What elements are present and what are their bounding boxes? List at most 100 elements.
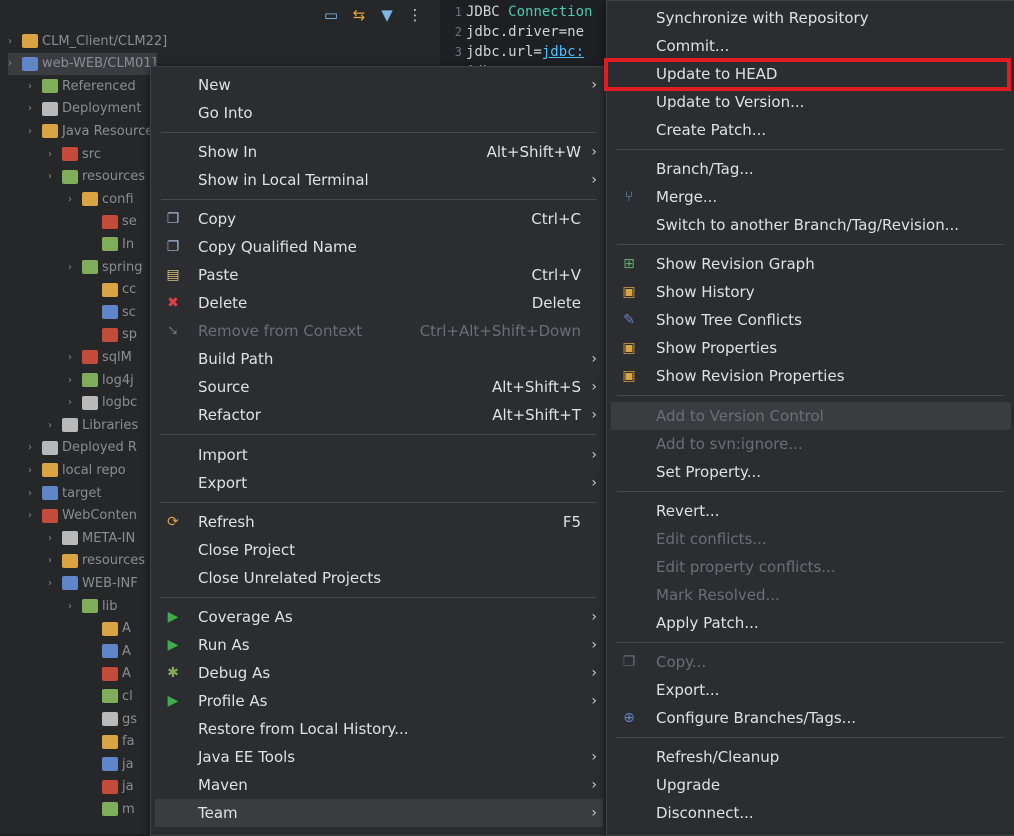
menu-item-refresh[interactable]: ⟳ Refresh F5 — [155, 508, 603, 536]
collapse-all-icon[interactable]: ▭ — [320, 4, 342, 26]
tree-item[interactable]: › confi — [68, 188, 134, 210]
expand-arrow-icon[interactable]: › — [68, 375, 80, 386]
menu-item-team[interactable]: Team › — [155, 799, 603, 827]
menu-item-export[interactable]: Export › — [155, 469, 603, 497]
menu-item-update-to-version[interactable]: Update to Version... — [611, 88, 1011, 116]
menu-item-commit[interactable]: Commit... — [611, 32, 1011, 60]
expand-arrow-icon[interactable]: › — [68, 397, 80, 408]
tree-item[interactable]: sc — [88, 301, 136, 323]
tree-item[interactable]: › logbc — [68, 392, 137, 414]
menu-item-upgrade[interactable]: Upgrade — [611, 771, 1011, 799]
expand-arrow-icon[interactable]: › — [28, 81, 40, 92]
menu-item-close-project[interactable]: Close Project — [155, 536, 603, 564]
tree-item[interactable]: gs — [88, 708, 137, 730]
menu-item-delete[interactable]: ✖ Delete Delete — [155, 289, 603, 317]
menu-item-import[interactable]: Import › — [155, 441, 603, 469]
menu-item-show-in[interactable]: Show In Alt+Shift+W › — [155, 138, 603, 166]
tree-item[interactable]: sp — [88, 324, 137, 346]
tree-item[interactable]: fa — [88, 731, 135, 753]
expand-arrow-icon[interactable]: › — [28, 103, 40, 114]
tree-item[interactable]: › web-WEB/CLM01] — [8, 52, 157, 75]
tree-item[interactable]: › log4j — [68, 369, 134, 391]
link-with-editor-icon[interactable]: ⇆ — [348, 4, 370, 26]
tree-item[interactable]: › src — [48, 143, 101, 165]
tree-item[interactable]: ja — [88, 753, 134, 775]
code-line[interactable]: JDBC Connection — [466, 2, 592, 22]
code-line[interactable]: jdbc.url=jdbc: — [466, 42, 584, 62]
menu-item-close-unrelated-projects[interactable]: Close Unrelated Projects — [155, 564, 603, 592]
expand-arrow-icon[interactable]: › — [48, 420, 60, 431]
menu-item-copy-qualified-name[interactable]: ❐ Copy Qualified Name — [155, 233, 603, 261]
menu-item-source[interactable]: Source Alt+Shift+S › — [155, 373, 603, 401]
menu-item-copy[interactable]: ❐ Copy Ctrl+C — [155, 205, 603, 233]
menu-item-refresh-cleanup[interactable]: Refresh/Cleanup — [611, 743, 1011, 771]
expand-arrow-icon[interactable]: › — [68, 601, 80, 612]
expand-arrow-icon[interactable]: › — [68, 262, 80, 273]
tree-item[interactable]: › WebConten — [28, 505, 137, 527]
menu-item-restore-from-local-history[interactable]: Restore from Local History... — [155, 715, 603, 743]
tree-item[interactable]: ja — [88, 776, 134, 798]
tree-item[interactable]: In — [88, 233, 134, 255]
expand-arrow-icon[interactable]: › — [48, 555, 60, 566]
menu-item-java-ee-tools[interactable]: Java EE Tools › — [155, 743, 603, 771]
menu-item-apply-patch[interactable]: Apply Patch... — [611, 609, 1011, 637]
menu-item-paste[interactable]: ▤ Paste Ctrl+V — [155, 261, 603, 289]
menu-item-configure-branches-tags[interactable]: ⊕ Configure Branches/Tags... — [611, 704, 1011, 732]
tree-item[interactable]: A — [88, 618, 131, 640]
menu-item-maven[interactable]: Maven › — [155, 771, 603, 799]
menu-item-show-revision-graph[interactable]: ⊞ Show Revision Graph — [611, 250, 1011, 278]
menu-item-show-properties[interactable]: ▣ Show Properties — [611, 334, 1011, 362]
expand-arrow-icon[interactable]: › — [28, 510, 40, 521]
menu-item-go-into[interactable]: Go Into — [155, 99, 603, 127]
expand-arrow-icon[interactable]: › — [48, 149, 60, 160]
expand-arrow-icon[interactable]: › — [8, 36, 20, 47]
menu-item-new[interactable]: New › — [155, 71, 603, 99]
menu-item-debug-as[interactable]: ✱ Debug As › — [155, 659, 603, 687]
expand-arrow-icon[interactable]: › — [28, 126, 40, 137]
tree-item[interactable]: › WEB-INF — [48, 572, 138, 594]
menu-item-coverage-as[interactable]: ▶ Coverage As › — [155, 603, 603, 631]
expand-arrow-icon[interactable]: › — [8, 58, 20, 69]
menu-item-set-property[interactable]: Set Property... — [611, 458, 1011, 486]
menu-item-disconnect[interactable]: Disconnect... — [611, 799, 1011, 827]
menu-item-build-path[interactable]: Build Path › — [155, 345, 603, 373]
tree-item[interactable]: cl — [88, 685, 133, 707]
expand-arrow-icon[interactable]: › — [68, 352, 80, 363]
tree-item[interactable]: cc — [88, 279, 136, 301]
tree-item[interactable]: › META-IN — [48, 527, 135, 549]
expand-arrow-icon[interactable]: › — [48, 578, 60, 589]
menu-item-create-patch[interactable]: Create Patch... — [611, 116, 1011, 144]
tree-item[interactable]: A — [88, 663, 131, 685]
filter-icon[interactable]: ▼ — [376, 4, 398, 26]
menu-item-show-in-local-terminal[interactable]: Show in Local Terminal › — [155, 166, 603, 194]
expand-arrow-icon[interactable]: › — [48, 533, 60, 544]
expand-arrow-icon[interactable]: › — [28, 488, 40, 499]
tree-item[interactable]: › CLM_Client/CLM22] — [8, 30, 167, 52]
tree-item[interactable]: › resources — [48, 550, 145, 572]
tree-item[interactable]: › resources — [48, 166, 145, 188]
menu-item-switch-to-another-branch-tag-revision[interactable]: Switch to another Branch/Tag/Revision... — [611, 211, 1011, 239]
tree-item[interactable]: › Java Resources — [28, 120, 160, 142]
tree-item[interactable]: › lib — [68, 595, 117, 617]
expand-arrow-icon[interactable]: › — [28, 442, 40, 453]
menu-item-merge[interactable]: ⑂ Merge... — [611, 183, 1011, 211]
tree-item[interactable]: A — [88, 640, 131, 662]
menu-item-show-revision-properties[interactable]: ▣ Show Revision Properties — [611, 362, 1011, 390]
tree-item[interactable]: › Deployment — [28, 98, 142, 120]
expand-arrow-icon[interactable]: › — [48, 171, 60, 182]
tree-item[interactable]: › spring — [68, 256, 142, 278]
tree-item[interactable]: se — [88, 211, 137, 233]
tree-item[interactable]: › target — [28, 482, 102, 504]
tree-item[interactable]: › local repo — [28, 459, 126, 481]
tree-item[interactable]: › Referenced — [28, 75, 136, 97]
view-menu-icon[interactable]: ⋮ — [404, 4, 426, 26]
menu-item-show-history[interactable]: ▣ Show History — [611, 278, 1011, 306]
tree-item[interactable]: › sqlM — [68, 346, 132, 368]
menu-item-show-tree-conflicts[interactable]: ✎ Show Tree Conflicts — [611, 306, 1011, 334]
menu-item-update-to-head[interactable]: Update to HEAD — [611, 60, 1011, 88]
menu-item-run-as[interactable]: ▶ Run As › — [155, 631, 603, 659]
menu-item-refactor[interactable]: Refactor Alt+Shift+T › — [155, 401, 603, 429]
menu-item-revert[interactable]: Revert... — [611, 497, 1011, 525]
tree-item[interactable]: › Deployed R — [28, 437, 137, 459]
code-line[interactable]: jdbc.driver=ne — [466, 22, 584, 42]
